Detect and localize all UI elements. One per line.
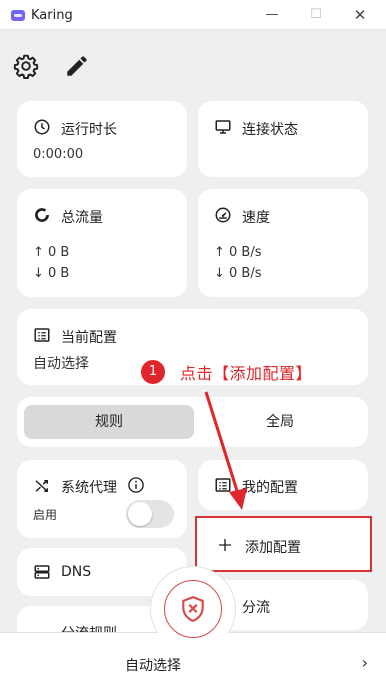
system-proxy-card: 系统代理 启用 — [17, 460, 187, 538]
plus-icon — [219, 539, 231, 551]
maximize-button[interactable]: ☐ — [303, 4, 329, 26]
chevron-right-icon: › — [361, 653, 368, 672]
system-proxy-status: 启用 — [33, 508, 58, 522]
minimize-button[interactable]: — — [259, 4, 285, 26]
bottom-selection-label: 自动选择 — [125, 658, 181, 674]
connection-card[interactable]: 连接状态 — [198, 101, 368, 177]
window-title: Karing — [31, 8, 73, 23]
toggle-knob — [128, 502, 152, 526]
runtime-card: 运行时长 0:00:00 — [17, 101, 187, 177]
my-config-card[interactable]: 我的配置 — [198, 460, 368, 510]
clock-icon — [34, 119, 50, 135]
speed-down: ↓ 0 B/s — [214, 266, 262, 281]
annotation-text: 点击【添加配置】 — [180, 364, 313, 383]
speed-title: 速度 — [242, 210, 270, 226]
system-proxy-toggle[interactable] — [126, 500, 174, 528]
title-bar: Karing — ☐ ✕ — [0, 0, 386, 30]
system-proxy-title: 系统代理 — [61, 480, 117, 496]
my-config-title: 我的配置 — [242, 480, 298, 496]
info-icon[interactable] — [127, 476, 145, 494]
traffic-title: 总流量 — [61, 210, 103, 226]
monitor-icon — [215, 120, 231, 134]
current-config-title: 当前配置 — [61, 330, 117, 346]
add-config-title: 添加配置 — [245, 540, 301, 556]
mode-rule-button[interactable]: 规则 — [24, 405, 194, 439]
add-config-button[interactable]: 添加配置 — [195, 516, 372, 572]
list-icon — [34, 328, 50, 342]
server-icon — [34, 565, 50, 579]
speed-card: 速度 ↑ 0 B/s ↓ 0 B/s — [198, 189, 368, 297]
dns-title: DNS — [61, 564, 92, 580]
shuffle-icon — [35, 480, 48, 492]
runtime-title: 运行时长 — [61, 122, 117, 138]
traffic-card: 总流量 ↑ 0 B ↓ 0 B — [17, 189, 187, 297]
split-title: 分流 — [242, 600, 270, 616]
close-button[interactable]: ✕ — [347, 4, 373, 26]
current-config-value: 自动选择 — [33, 356, 89, 372]
mode-global-button[interactable]: 全局 — [199, 405, 361, 439]
connection-title: 连接状态 — [242, 122, 298, 138]
speed-up: ↑ 0 B/s — [214, 245, 262, 260]
donut-icon — [35, 208, 49, 222]
shield-x-icon — [182, 596, 204, 622]
step-badge: 1 — [141, 360, 165, 384]
traffic-down: ↓ 0 B — [33, 266, 70, 281]
traffic-up: ↑ 0 B — [33, 245, 70, 260]
app-logo-icon — [11, 10, 25, 21]
list-icon — [215, 478, 231, 492]
runtime-value: 0:00:00 — [33, 147, 84, 162]
pencil-icon[interactable] — [64, 53, 90, 79]
speedometer-icon — [215, 207, 231, 223]
connect-button[interactable] — [164, 580, 222, 638]
gear-icon[interactable] — [13, 53, 39, 79]
mode-switch: 规则 全局 — [17, 397, 368, 447]
